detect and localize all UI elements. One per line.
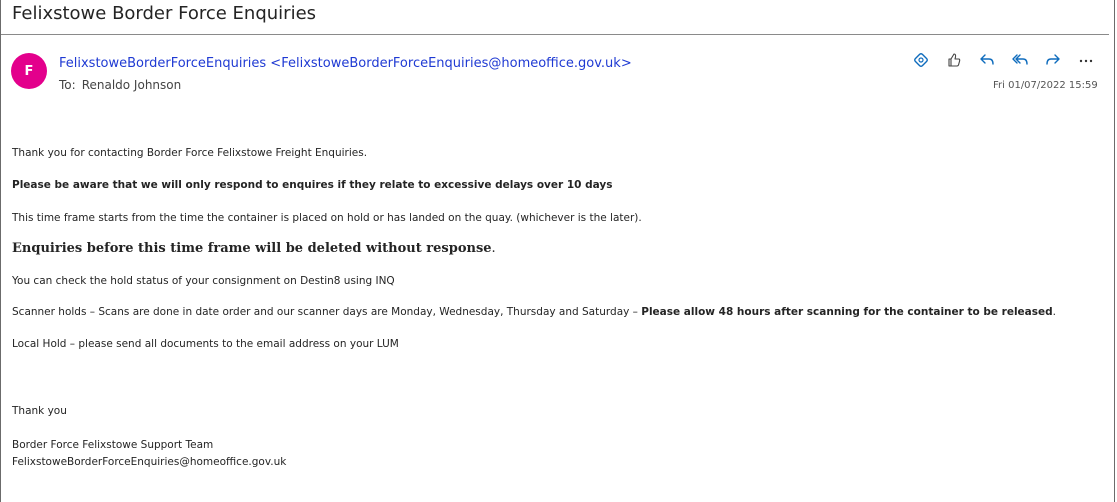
message-header xyxy=(1,34,1109,109)
body-line-scanner: Scanner holds – Scans are done in date o… xyxy=(12,306,1056,318)
sender-name[interactable]: FelixstoweBorderForceEnquiries <Felixsto… xyxy=(59,56,632,71)
body-line-intro: Thank you for contacting Border Force Fe… xyxy=(12,147,368,159)
reply-button[interactable] xyxy=(976,50,998,70)
body-line-hold-status: You can check the hold status of your co… xyxy=(12,275,395,287)
signature-thanks: Thank you xyxy=(12,405,67,417)
warning-period: . xyxy=(491,241,496,256)
subject-bar: Felixstowe Border Force Enquiries xyxy=(0,0,1117,34)
body-line-warning: Enquiries before this time frame will be… xyxy=(12,241,496,256)
body-line-notice: Please be aware that we will only respon… xyxy=(12,179,613,191)
signature-team: Border Force Felixstowe Support Team xyxy=(12,439,214,451)
to-label: To: xyxy=(59,78,76,92)
body-line-local-hold: Local Hold – please send all documents t… xyxy=(12,338,399,350)
like-icon xyxy=(948,53,961,67)
recipient-line: To: Renaldo Johnson xyxy=(59,78,181,92)
message-actions xyxy=(910,50,1108,70)
recipient-name[interactable]: Renaldo Johnson xyxy=(82,78,182,92)
loop-icon xyxy=(914,53,928,67)
forward-icon xyxy=(1046,54,1060,65)
forward-button[interactable] xyxy=(1042,50,1064,70)
message-date: Fri 01/07/2022 15:59 xyxy=(993,80,1098,91)
sender-avatar[interactable]: F xyxy=(11,53,47,89)
body-line-timeframe: This time frame starts from the time the… xyxy=(12,212,642,224)
more-icon xyxy=(1079,59,1093,63)
reply-all-icon xyxy=(1012,54,1028,65)
scanner-text: Scanner holds – Scans are done in date o… xyxy=(12,306,642,318)
more-button[interactable] xyxy=(1075,50,1097,70)
scanner-bold: Please allow 48 hours after scanning for… xyxy=(641,306,1053,318)
reply-all-button[interactable] xyxy=(1009,50,1031,70)
reply-icon xyxy=(980,54,994,65)
email-subject: Felixstowe Border Force Enquiries xyxy=(12,3,317,24)
loop-button[interactable] xyxy=(910,50,932,70)
scanner-period: . xyxy=(1052,306,1056,318)
like-button[interactable] xyxy=(943,50,965,70)
warning-text: Enquiries before this time frame will be… xyxy=(12,241,492,256)
signature-email[interactable]: FelixstoweBorderForceEnquiries@homeoffic… xyxy=(12,456,286,468)
